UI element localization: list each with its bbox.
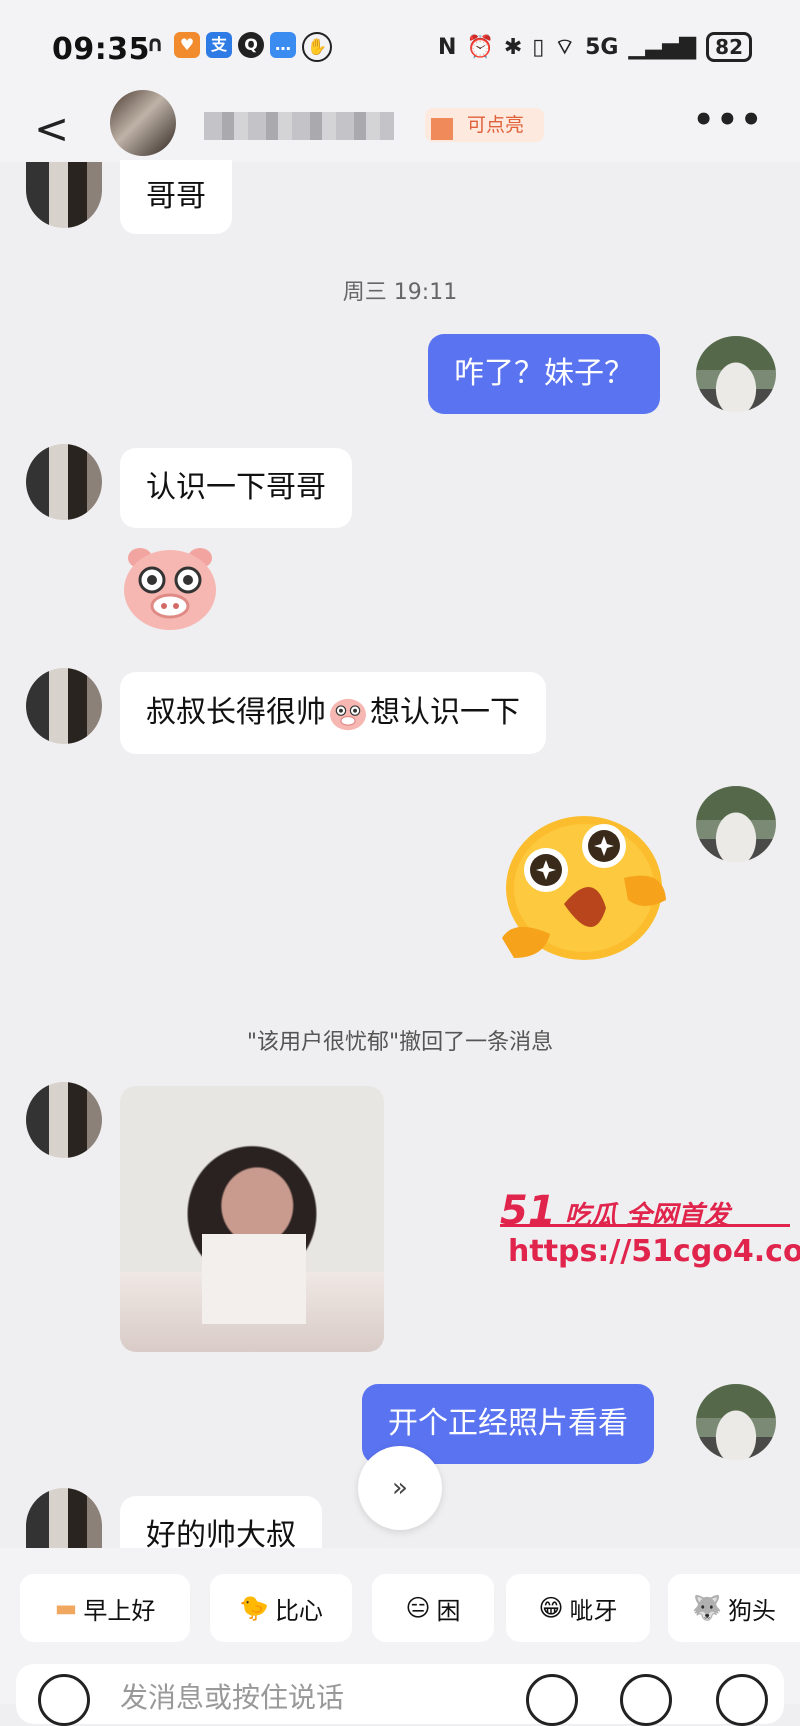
message-text-part: 想认识一下 <box>370 695 520 730</box>
light-up-label: 可点亮 <box>467 114 525 136</box>
signal-icon: ▁▃▅▇ <box>628 34 697 60</box>
bluetooth-icon: ✱ <box>503 34 523 60</box>
chat-header: < 可点亮 ••• <box>0 90 800 162</box>
watermark-url: https://51cgo4.com <box>508 1234 800 1269</box>
contact-avatar-msg[interactable] <box>26 668 102 744</box>
contact-avatar-msg[interactable] <box>26 444 102 520</box>
alarm-icon: ⏰ <box>466 34 494 60</box>
system-status: N ⏰ ✱ ▯ ⌔ 5G ▁▃▅▇ 82 <box>438 32 752 62</box>
battery-icon: 82 <box>706 32 752 62</box>
heart-hand-icon: 🐤 <box>239 1594 269 1622</box>
my-avatar[interactable] <box>696 336 776 412</box>
quick-reply-label: 比心 <box>274 1596 323 1625</box>
voice-icon[interactable] <box>526 1674 578 1726</box>
status-bar: 09:35 ∩ ♥ 支 Q … ✋ N ⏰ ✱ ▯ ⌔ 5G ▁▃▅▇ 82 <box>0 0 800 100</box>
dog-head-icon: 🐺 <box>692 1594 722 1622</box>
camera-icon[interactable] <box>38 1674 90 1726</box>
watermark-brand: 51 吃瓜 全网首发 <box>500 1188 730 1234</box>
contact-avatar-msg[interactable] <box>26 162 102 228</box>
recall-notice: "该用户很忧郁"撤回了一条消息 <box>246 1030 554 1055</box>
my-avatar[interactable] <box>696 1384 776 1460</box>
quick-reply-chip[interactable]: 🐺 狗头 <box>668 1574 800 1642</box>
grin-icon: 😁 <box>538 1594 564 1622</box>
quick-reply-chip[interactable]: ▬ 早上好 <box>20 1574 190 1642</box>
quick-reply-label: 早上好 <box>83 1596 156 1625</box>
pig-sticker[interactable] <box>120 540 220 632</box>
my-avatar[interactable] <box>696 786 776 862</box>
quick-reply-chip[interactable]: 🐤 比心 <box>210 1574 352 1642</box>
orange-app-icon: ♥ <box>174 32 200 58</box>
add-icon[interactable] <box>716 1674 768 1726</box>
message-input-placeholder: 发消息或按住说话 <box>120 1681 345 1714</box>
network-label: 5G <box>585 34 619 60</box>
hand-icon: ✋ <box>302 32 332 62</box>
watermark-number: 51 <box>500 1188 556 1234</box>
message-bubble-sent[interactable]: 咋了？妹子？ <box>428 334 660 414</box>
message-bubble-received[interactable]: 叔叔长得很帅 想认识一下 <box>120 672 546 754</box>
pig-emoji-icon <box>330 698 366 731</box>
quick-reply-bar: ▬ 早上好 🐤 比心 😑 困 😁 呲牙 🐺 狗头 <box>0 1548 800 1652</box>
quick-reply-chip[interactable]: 😑 困 <box>372 1574 494 1642</box>
headphone-icon: ∩ <box>146 32 164 57</box>
emoji-icon[interactable] <box>620 1674 672 1726</box>
contact-name-blurred <box>204 112 394 140</box>
wifi-icon: ⌔ <box>554 35 576 60</box>
input-bar: 发消息或按住说话 <box>0 1652 800 1726</box>
vibrate-icon: ▯ <box>532 34 545 60</box>
nfc-icon: N <box>438 34 457 60</box>
quick-reply-chip[interactable]: 😁 呲牙 <box>506 1574 650 1642</box>
scroll-to-bottom-button[interactable]: » <box>358 1446 442 1530</box>
light-up-badge[interactable]: 可点亮 <box>425 108 545 142</box>
message-bubble-received[interactable]: 哥哥 <box>120 160 232 234</box>
image-message[interactable] <box>120 1086 384 1352</box>
status-time: 09:35 <box>52 32 150 67</box>
sleepy-icon: 😑 <box>405 1594 431 1622</box>
notification-icons: ∩ ♥ 支 Q … ✋ <box>142 32 332 62</box>
message-bubble-received[interactable]: 认识一下哥哥 <box>120 448 352 528</box>
greeting-icon: ▬ <box>54 1594 78 1622</box>
contact-avatar-msg[interactable] <box>26 1082 102 1158</box>
message-icon: … <box>270 32 296 58</box>
watermark-divider <box>500 1224 790 1227</box>
message-timestamp: 周三 19:11 <box>342 280 458 305</box>
more-options-button[interactable]: ••• <box>693 100 764 140</box>
contact-avatar[interactable] <box>110 90 176 156</box>
badge-icon <box>431 118 453 140</box>
contact-avatar-msg[interactable] <box>26 1488 102 1548</box>
quick-reply-label: 狗头 <box>727 1596 776 1625</box>
surprised-emoji-sticker[interactable] <box>494 808 674 978</box>
qq-icon: Q <box>238 32 264 58</box>
back-button[interactable]: < <box>34 106 74 156</box>
quick-reply-label: 困 <box>436 1596 461 1625</box>
quick-reply-label: 呲牙 <box>569 1596 618 1625</box>
alipay-icon: 支 <box>206 32 232 58</box>
message-text-part: 叔叔长得很帅 <box>146 695 326 730</box>
